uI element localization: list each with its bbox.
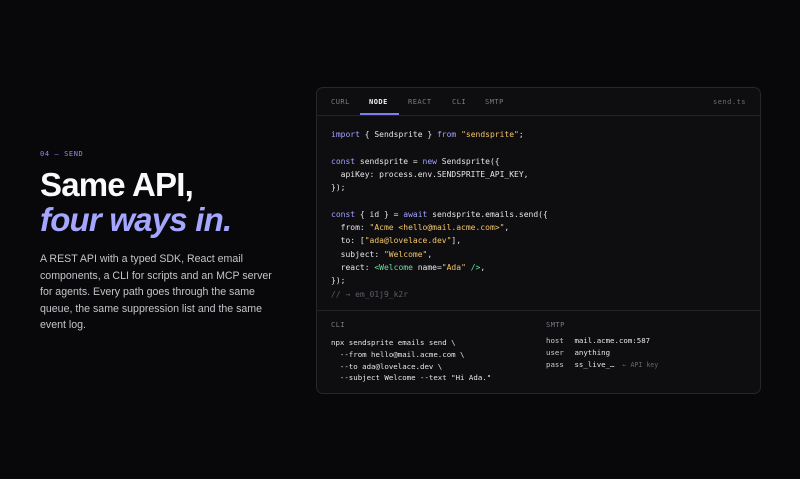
description: A REST API with a typed SDK, React email… (40, 253, 272, 332)
language-tabs: CURL NODE REACT CLI SMTP send.ts (317, 88, 760, 116)
cli-line: npx sendsprite emails send \ (331, 338, 456, 347)
code-line: }); (331, 276, 346, 286)
smtp-settings: host mail.acme.com:587 user anything pas… (546, 335, 658, 372)
tab-smtp[interactable]: SMTP (485, 98, 504, 106)
cli-line: --from hello@mail.acme.com \ (331, 349, 465, 359)
code-block: import { Sendsprite } from "sendsprite";… (331, 128, 548, 301)
active-tab-indicator (360, 113, 399, 115)
tab-node[interactable]: NODE (369, 98, 388, 106)
tab-curl[interactable]: CURL (331, 98, 350, 106)
code-line: from: "Acme <hello@mail.acme.com>", (331, 223, 510, 233)
api-key-hint: ← API key (622, 361, 659, 370)
smtp-row-pass: pass ss_live_… ← API key (546, 360, 659, 370)
smtp-label: SMTP (546, 321, 565, 329)
hero-section: 04 — SEND Same API, four ways in. A REST… (40, 150, 272, 334)
code-line: subject: "Welcome", (331, 249, 433, 259)
tab-react[interactable]: REACT (408, 98, 432, 106)
divider (317, 310, 760, 311)
code-line: react: <Welcome name="Ada" />, (331, 262, 486, 272)
code-line: const sendsprite = new Sendsprite({ (331, 156, 500, 166)
tab-cli[interactable]: CLI (452, 98, 466, 106)
headline: Same API, (40, 166, 194, 203)
cli-line: --subject Welcome --text "Hi Ada." (331, 373, 492, 383)
code-line: }); (331, 183, 346, 193)
cli-snippet: npx sendsprite emails send \ --from hell… (331, 337, 491, 384)
section-eyebrow: 04 — SEND (40, 150, 84, 158)
filename: send.ts (712, 98, 746, 106)
code-line: import { Sendsprite } from "sendsprite"; (331, 130, 524, 139)
smtp-row-host: host mail.acme.com:587 (546, 336, 651, 345)
code-panel: CURL NODE REACT CLI SMTP send.ts import … (316, 87, 761, 394)
smtp-row-user: user anything (546, 348, 611, 358)
code-line: apiKey: process.env.SENDSPRITE_API_KEY, (331, 169, 529, 179)
code-line: const { id } = await sendsprite.emails.s… (331, 209, 548, 219)
code-line: to: ["ada@lovelace.dev"], (331, 236, 462, 246)
cli-label: CLI (331, 321, 346, 329)
cli-line: --to ada@lovelace.dev \ (331, 361, 443, 371)
code-comment: // → em_01j9_k2r (331, 289, 409, 299)
headline-accent: four ways in. (40, 201, 232, 238)
